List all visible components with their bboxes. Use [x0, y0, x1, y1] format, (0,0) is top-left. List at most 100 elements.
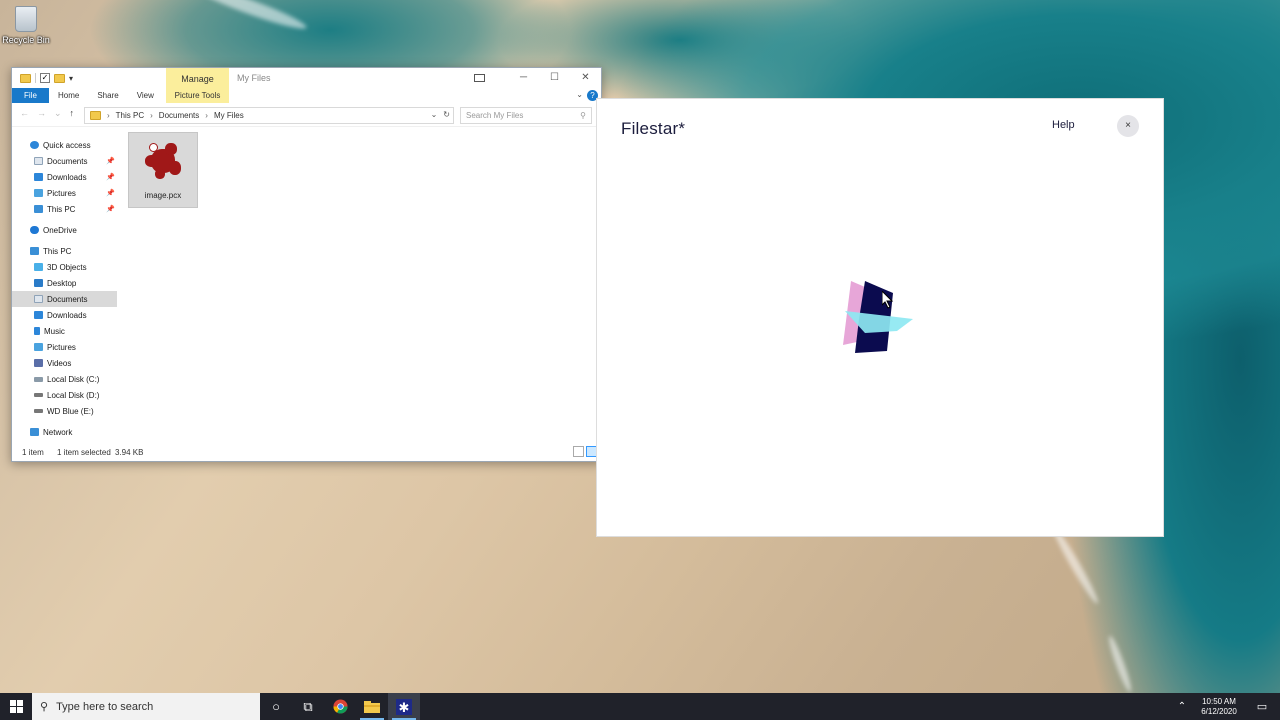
file-explorer-button[interactable] — [356, 693, 388, 720]
video-icon — [34, 359, 43, 367]
forward-icon[interactable]: → — [37, 108, 46, 119]
maximize-button[interactable]: ☐ — [539, 68, 570, 88]
address-bar[interactable]: › This PC › Documents › My Files ⌄ ↻ — [84, 107, 454, 124]
nav-documents-pinned[interactable]: Documents 📌 — [12, 153, 117, 169]
nav-music[interactable]: Music — [12, 323, 117, 339]
cortana-button[interactable]: ○ — [260, 693, 292, 720]
minimize-button[interactable]: ─ — [508, 68, 539, 88]
nav-wd-blue[interactable]: WD Blue (E:) — [12, 403, 117, 419]
star-icon — [30, 141, 39, 149]
clock-time: 10:50 AM — [1202, 696, 1236, 706]
nav-this-pc[interactable]: This PC — [12, 243, 117, 259]
new-folder-icon[interactable] — [54, 73, 65, 83]
customize-toolbar-icon[interactable]: ▾ — [69, 74, 73, 83]
nav-downloads-pinned[interactable]: Downloads 📌 — [12, 169, 117, 185]
breadcrumb-this-pc[interactable]: This PC — [116, 111, 144, 120]
taskbar: ⚲ Type here to search ○ ⧉ ✱ ⌃ 10:50 AM 6… — [0, 693, 1280, 720]
drive-icon — [34, 376, 43, 382]
windows-icon — [9, 700, 23, 713]
chrome-button[interactable] — [324, 693, 356, 720]
nav-downloads[interactable]: Downloads — [12, 307, 117, 323]
address-dropdown-icon[interactable]: ⌄ — [431, 110, 438, 119]
recycle-bin[interactable]: Recycle Bin — [2, 6, 50, 45]
recent-locations-icon[interactable]: ⌄ — [54, 108, 62, 119]
search-icon: ⚲ — [580, 111, 586, 120]
nav-3d-objects[interactable]: 3D Objects — [12, 259, 117, 275]
image-thumbnail-icon — [143, 141, 183, 181]
status-bar: 1 item 1 item selected 3.94 KB — [12, 444, 601, 461]
tab-share[interactable]: Share — [88, 88, 127, 103]
pictures-icon — [34, 343, 43, 351]
notifications-icon[interactable]: ▭ — [1244, 700, 1280, 713]
navigation-pane: Quick access Documents 📌 Downloads 📌 Pic… — [12, 127, 117, 445]
recycle-bin-label: Recycle Bin — [2, 35, 50, 45]
show-hidden-icons-icon[interactable]: ⌃ — [1170, 701, 1194, 712]
clock[interactable]: 10:50 AM 6/12/2020 — [1194, 697, 1244, 717]
search-placeholder: Search My Files — [466, 111, 524, 120]
nav-quick-access[interactable]: Quick access — [12, 137, 117, 153]
details-view-icon[interactable] — [573, 446, 584, 457]
start-button[interactable] — [0, 693, 32, 720]
status-size: 3.94 KB — [115, 448, 144, 457]
tab-view[interactable]: View — [128, 88, 163, 103]
recycle-bin-icon — [15, 6, 37, 32]
close-button[interactable]: ✕ — [570, 68, 601, 88]
downloads-icon — [34, 173, 43, 181]
nav-network[interactable]: Network — [12, 424, 117, 440]
nav-documents[interactable]: Documents — [12, 291, 117, 307]
nav-videos[interactable]: Videos — [12, 355, 117, 371]
cortana-icon: ○ — [272, 699, 280, 714]
cast-icon[interactable] — [474, 74, 485, 82]
mouse-cursor-icon — [882, 291, 894, 309]
drive-icon — [34, 393, 43, 397]
refresh-icon[interactable]: ↻ — [443, 110, 450, 119]
nav-pictures-pinned[interactable]: Pictures 📌 — [12, 185, 117, 201]
cube-icon — [34, 263, 43, 271]
task-view-button[interactable]: ⧉ — [292, 693, 324, 720]
status-selected: 1 item selected — [57, 448, 111, 457]
downloads-icon — [34, 311, 43, 319]
nav-desktop[interactable]: Desktop — [12, 275, 117, 291]
pictures-icon — [34, 189, 43, 197]
address-row: ← → ⌄ ↑ › This PC › Documents › My Files… — [12, 103, 601, 127]
search-input[interactable]: Search My Files ⚲ — [460, 107, 592, 124]
help-link[interactable]: Help — [1052, 119, 1075, 131]
network-icon — [30, 428, 39, 436]
file-name: image.pcx — [144, 191, 182, 200]
tab-file[interactable]: File — [12, 88, 49, 103]
back-icon[interactable]: ← — [20, 108, 29, 119]
documents-icon — [34, 295, 43, 303]
ribbon-tabs: File Home Share View Picture Tools ⌄ ? — [12, 88, 601, 103]
window-title: My Files — [237, 73, 271, 83]
nav-local-disk-d[interactable]: Local Disk (D:) — [12, 387, 117, 403]
filestar-button[interactable]: ✱ — [388, 693, 420, 720]
drive-icon — [34, 409, 43, 413]
file-explorer-window: ✓ ▾ Manage My Files ─ ☐ ✕ File Home Shar… — [11, 67, 602, 462]
search-icon: ⚲ — [40, 701, 49, 713]
nav-local-disk-c[interactable]: Local Disk (C:) — [12, 371, 117, 387]
documents-icon — [34, 157, 43, 165]
nav-pictures[interactable]: Pictures — [12, 339, 117, 355]
nav-this-pc-pinned[interactable]: This PC 📌 — [12, 201, 117, 217]
expand-ribbon-icon[interactable]: ⌄ — [576, 90, 583, 99]
breadcrumb-my-files[interactable]: My Files — [214, 111, 244, 120]
tab-picture-tools[interactable]: Picture Tools — [166, 88, 229, 103]
breadcrumb-documents[interactable]: Documents — [159, 111, 199, 120]
pin-icon: 📌 — [106, 158, 115, 165]
close-button[interactable]: × — [1117, 115, 1139, 137]
task-view-icon: ⧉ — [303, 698, 313, 714]
file-explorer-icon — [364, 701, 380, 713]
nav-onedrive[interactable]: OneDrive — [12, 222, 117, 238]
computer-icon — [34, 205, 43, 213]
taskbar-search-placeholder: Type here to search — [56, 700, 154, 713]
file-item[interactable]: image.pcx — [128, 132, 198, 208]
file-list: image.pcx — [117, 127, 601, 445]
properties-icon[interactable]: ✓ — [40, 73, 50, 83]
pin-icon: 📌 — [106, 190, 115, 197]
explorer-titlebar[interactable]: ✓ ▾ Manage My Files ─ ☐ ✕ — [12, 68, 601, 103]
folder-icon — [20, 73, 31, 83]
tab-home[interactable]: Home — [49, 88, 88, 103]
cloud-icon — [30, 226, 39, 234]
taskbar-search-input[interactable]: ⚲ Type here to search — [32, 693, 260, 720]
up-icon[interactable]: ↑ — [70, 108, 75, 119]
